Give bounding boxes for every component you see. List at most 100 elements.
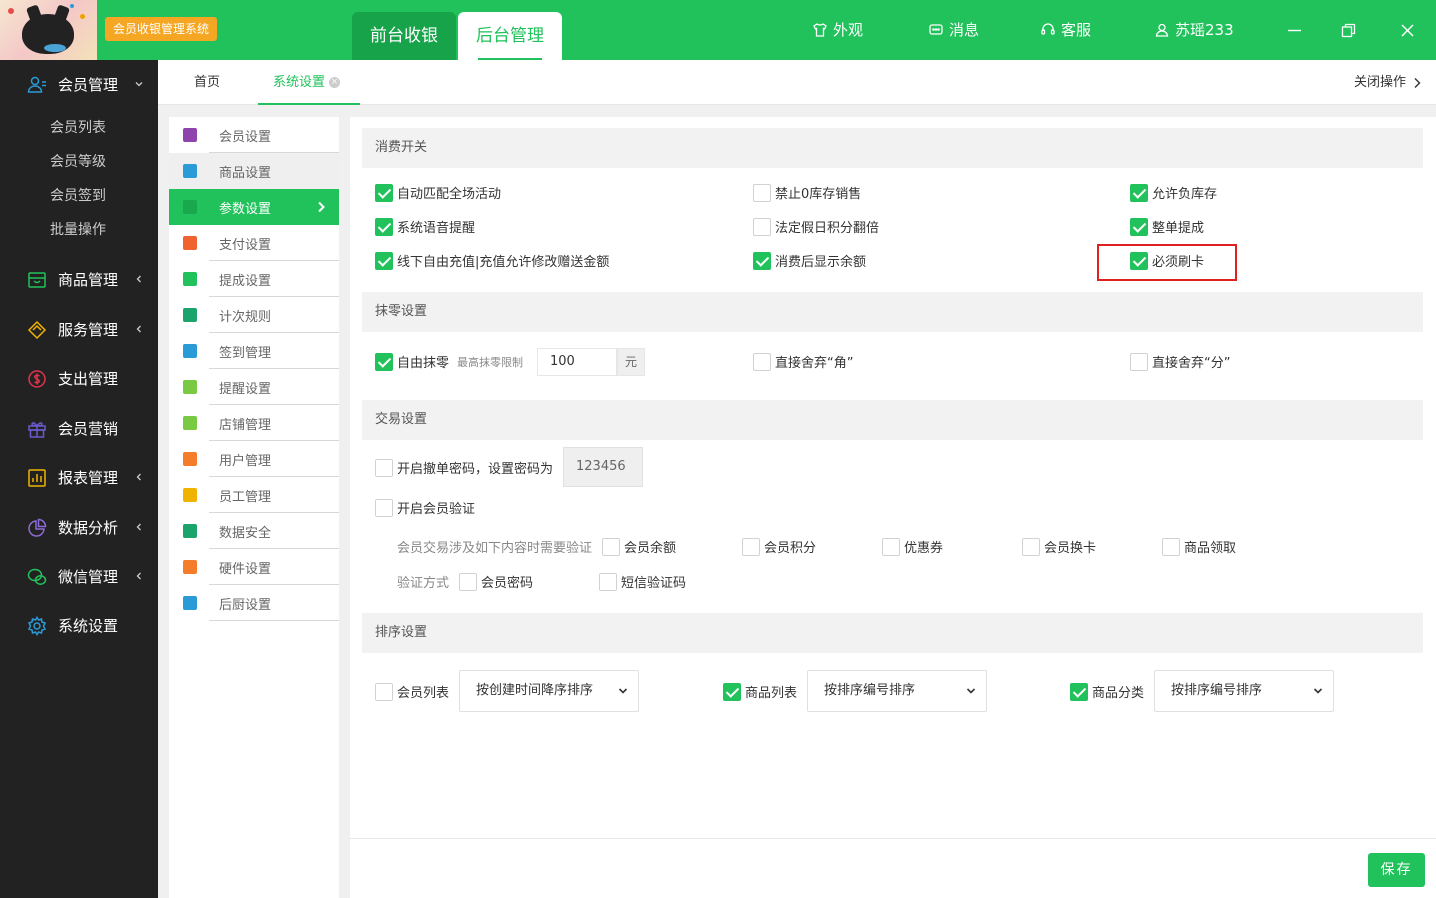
settings-nav-hardware[interactable]: 硬件设置 — [169, 549, 339, 585]
checkbox-box[interactable] — [1070, 682, 1088, 701]
report-icon — [28, 469, 46, 487]
nav-expense-management[interactable]: 支出管理 — [0, 356, 158, 400]
hardware-settings-icon — [183, 560, 197, 574]
checkbox-holiday-double-points[interactable]: 法定假日积分翻倍 — [753, 217, 879, 236]
rounding-limit-input[interactable]: 100 — [537, 348, 617, 376]
restore-button[interactable] — [1333, 0, 1363, 60]
checkbox-box[interactable] — [1130, 352, 1148, 371]
checkbox-show-balance[interactable]: 消费后显示余额 — [753, 251, 866, 270]
top-bar: 会员收银管理系统 前台收银 后台管理 外观 消息 客服 苏瑶233 — [0, 0, 1436, 60]
checkbox-auto-match-activity[interactable]: 自动匹配全场活动 — [375, 183, 501, 202]
tab-backend-management[interactable]: 后台管理 — [458, 12, 562, 60]
checkbox-allow-negative-stock[interactable]: 允许负库存 — [1130, 183, 1217, 202]
checkbox-free-rounding[interactable]: 自由抹零 — [375, 352, 449, 371]
chevron-right-icon — [1414, 77, 1421, 88]
checkbox-method-sms[interactable]: 短信验证码 — [599, 572, 686, 591]
nav-goods-management[interactable]: 商品管理 — [0, 257, 158, 301]
checkbox-box[interactable] — [375, 183, 393, 202]
settings-nav-kitchen[interactable]: 后厨设置 — [169, 585, 339, 621]
settings-nav-staff[interactable]: 员工管理 — [169, 477, 339, 513]
settings-nav-label: 硬件设置 — [219, 561, 272, 577]
checkbox-box[interactable] — [602, 537, 620, 556]
appearance-button[interactable]: 外观 — [812, 0, 863, 60]
checkbox-box[interactable] — [1162, 537, 1180, 556]
nav-wechat-management[interactable]: 微信管理 — [0, 554, 158, 598]
settings-nav-count-rules[interactable]: 计次规则 — [169, 297, 339, 333]
checkbox-box[interactable] — [375, 682, 393, 701]
messages-button[interactable]: 消息 — [928, 0, 979, 60]
checkbox-whole-order-commission[interactable]: 整单提成 — [1130, 217, 1204, 236]
select-sort-goods-list[interactable]: 按排序编号排序 — [807, 670, 987, 712]
tab-home[interactable]: 首页 — [194, 60, 220, 105]
minimize-button[interactable] — [1279, 0, 1309, 60]
checkbox-box[interactable] — [375, 498, 393, 517]
checkbox-box[interactable] — [375, 217, 393, 236]
checkbox-drop-fen[interactable]: 直接舍弃“分” — [1130, 352, 1230, 371]
settings-nav-params[interactable]: 参数设置 — [169, 189, 339, 225]
settings-nav-checkin[interactable]: 签到管理 — [169, 333, 339, 369]
nav-data-analysis[interactable]: 数据分析 — [0, 505, 158, 549]
checkbox-box[interactable] — [1130, 183, 1148, 202]
sidebar-item-batch-ops[interactable]: 批量操作 — [50, 219, 106, 239]
tab-front-cashier[interactable]: 前台收银 — [352, 12, 456, 60]
checkbox-verify-coupon[interactable]: 优惠券 — [882, 537, 943, 556]
checkbox-sort-member-list[interactable]: 会员列表 — [375, 682, 449, 701]
checkbox-box[interactable] — [459, 572, 477, 591]
checkbox-box[interactable] — [375, 352, 393, 371]
checkbox-box[interactable] — [375, 458, 393, 477]
checkbox-verify-goods-claim[interactable]: 商品领取 — [1162, 537, 1236, 556]
minimize-icon — [1287, 29, 1301, 31]
checkbox-forbid-zero-stock[interactable]: 禁止0库存销售 — [753, 183, 861, 202]
save-button[interactable]: 保存 — [1368, 853, 1425, 887]
checkbox-box[interactable] — [753, 352, 771, 371]
sidebar-item-member-level[interactable]: 会员等级 — [50, 151, 106, 171]
nav-service-management[interactable]: 服务管理 — [0, 307, 158, 351]
checkbox-drop-jiao[interactable]: 直接舍弃“角” — [753, 352, 853, 371]
checkbox-box[interactable] — [753, 217, 771, 236]
settings-nav-users[interactable]: 用户管理 — [169, 441, 339, 477]
select-value: 按排序编号排序 — [824, 683, 916, 698]
sidebar-item-member-checkin[interactable]: 会员签到 — [50, 185, 106, 205]
settings-nav-payment[interactable]: 支付设置 — [169, 225, 339, 261]
nav-system-settings[interactable]: 系统设置 — [0, 603, 158, 647]
cancel-password-input[interactable]: 123456 — [563, 447, 643, 487]
checkbox-box[interactable] — [742, 537, 760, 556]
nav-member-marketing[interactable]: 会员营销 — [0, 406, 158, 450]
settings-nav-commission[interactable]: 提成设置 — [169, 261, 339, 297]
checkbox-voice-reminder[interactable]: 系统语音提醒 — [375, 217, 475, 236]
settings-nav-reminder[interactable]: 提醒设置 — [169, 369, 339, 405]
settings-nav-goods[interactable]: 商品设置 — [169, 153, 339, 189]
select-sort-goods-category[interactable]: 按排序编号排序 — [1154, 670, 1334, 712]
checkbox-verify-card-change[interactable]: 会员换卡 — [1022, 537, 1096, 556]
checkbox-box[interactable] — [753, 251, 771, 270]
checkbox-box[interactable] — [599, 572, 617, 591]
select-sort-member-list[interactable]: 按创建时间降序排序 — [459, 670, 639, 712]
checkbox-box[interactable] — [1130, 217, 1148, 236]
checkbox-box[interactable] — [1022, 537, 1040, 556]
checkbox-box[interactable] — [723, 682, 741, 701]
close-operations-button[interactable]: 关闭操作 — [1354, 60, 1422, 105]
sidebar-item-member-list[interactable]: 会员列表 — [50, 117, 106, 137]
checkbox-method-password[interactable]: 会员密码 — [459, 572, 533, 591]
settings-nav-data-security[interactable]: 数据安全 — [169, 513, 339, 549]
checkbox-box[interactable] — [882, 537, 900, 556]
close-window-button[interactable] — [1392, 0, 1422, 60]
user-account-button[interactable]: 苏瑶233 — [1154, 0, 1234, 60]
settings-nav-store[interactable]: 店铺管理 — [169, 405, 339, 441]
nav-report-management[interactable]: 报表管理 — [0, 455, 158, 499]
checkbox-verify-balance[interactable]: 会员余额 — [602, 537, 676, 556]
tab-close-icon[interactable]: × — [329, 77, 341, 88]
checkbox-box[interactable] — [375, 251, 393, 270]
checkbox-sort-goods-category[interactable]: 商品分类 — [1070, 682, 1144, 701]
nav-member-management[interactable]: 会员管理 — [0, 62, 158, 106]
checkbox-verify-points[interactable]: 会员积分 — [742, 537, 816, 556]
support-button[interactable]: 客服 — [1040, 0, 1091, 60]
chevron-left-icon — [136, 473, 141, 481]
tab-system-settings[interactable]: 系统设置 × — [258, 60, 360, 105]
settings-nav-member[interactable]: 会员设置 — [169, 117, 339, 153]
checkbox-sort-goods-list[interactable]: 商品列表 — [723, 682, 797, 701]
checkbox-box[interactable] — [753, 183, 771, 202]
checkbox-member-verify[interactable]: 开启会员验证 — [375, 498, 475, 517]
checkbox-offline-recharge[interactable]: 线下自由充值|充值允许修改赠送金额 — [375, 251, 609, 270]
checkbox-cancel-password[interactable]: 开启撤单密码，设置密码为 — [375, 458, 553, 477]
